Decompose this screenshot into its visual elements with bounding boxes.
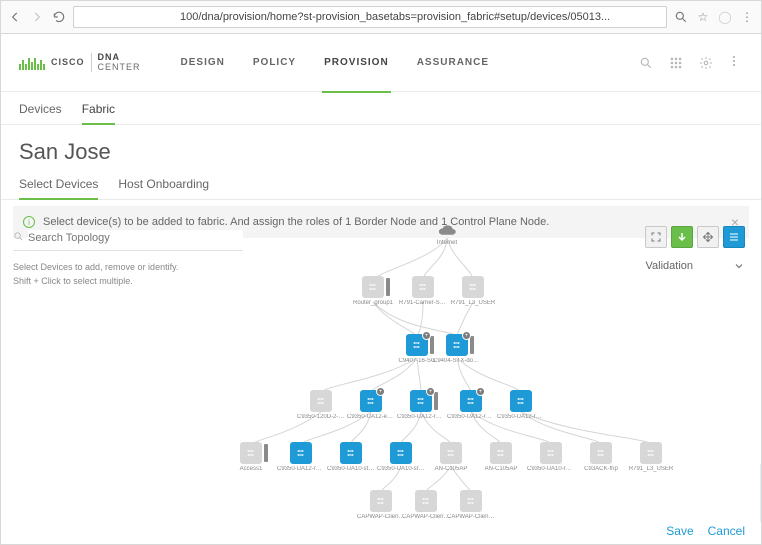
node-label: CAPWAP-Client-1 xyxy=(402,514,450,520)
node-label: C9350-UA10-stack xyxy=(327,466,375,472)
tab-devices[interactable]: Devices xyxy=(19,102,62,124)
node-label: AN-C105AP xyxy=(477,466,525,472)
gear-icon[interactable] xyxy=(699,56,713,70)
app-frame: CISCO DNA CENTER DESIGN POLICY PROVISION… xyxy=(0,34,762,545)
search-icon xyxy=(13,231,24,245)
sub-tabs: Devices Fabric xyxy=(1,92,761,125)
node-internet[interactable]: Internet xyxy=(427,224,467,246)
topology-node[interactable]: C93ACK-frip xyxy=(577,442,625,472)
topology-node[interactable]: C9350-UA12-radio-4 xyxy=(497,390,545,420)
back-icon[interactable] xyxy=(7,9,23,25)
node-label: C93ACK-frip xyxy=(577,466,625,472)
star-icon[interactable]: ☆ xyxy=(695,9,711,25)
node-label: CAPWAP-Client-2 xyxy=(447,514,495,520)
node-label: C9350-UA12-radio-1 xyxy=(397,414,445,420)
node-label: R791-Carrier-Server xyxy=(399,300,447,306)
url-field[interactable]: 100/dna/provision/home?st-provision_base… xyxy=(73,6,667,28)
topology-node[interactable]: R791_L3_USER xyxy=(449,276,497,306)
topology-node[interactable]: CAPWAP-Client-2 xyxy=(447,490,495,520)
topology-node[interactable]: +C9350-UA12-extension xyxy=(347,390,395,420)
logo-text: CISCO xyxy=(51,58,85,68)
nav-utilities: ⠇ xyxy=(639,56,743,70)
node-label: CAPWAP-Client-1 xyxy=(357,514,405,520)
apps-grid-icon[interactable] xyxy=(669,56,683,70)
page-title: San Jose xyxy=(1,125,761,169)
nav-provision[interactable]: PROVISION xyxy=(324,51,389,74)
browser-chrome: 100/dna/provision/home?st-provision_base… xyxy=(0,0,762,34)
topology-node[interactable]: C9350-UA10-radio-6 xyxy=(527,442,575,472)
search-icon[interactable] xyxy=(639,56,653,70)
topology-node[interactable]: C9350-UA12-radio-5 xyxy=(277,442,325,472)
node-label: C9350-UA12-radio-4 xyxy=(497,414,545,420)
topology-node[interactable]: R791-Carrier-Server xyxy=(399,276,447,306)
topology-node[interactable]: Router_group1 xyxy=(349,276,397,306)
more-icon[interactable]: ⠇ xyxy=(729,56,743,70)
primary-nav: DESIGN POLICY PROVISION ASSURANCE xyxy=(181,51,490,74)
node-label: C9350-UA12-radio-5 xyxy=(277,466,325,472)
forward-icon[interactable] xyxy=(29,9,45,25)
node-label: AN-C105AP xyxy=(427,466,475,472)
top-nav: CISCO DNA CENTER DESIGN POLICY PROVISION… xyxy=(1,34,761,92)
footer-actions: Save Cancel xyxy=(666,524,745,538)
node-label: R791_L3_USER xyxy=(627,466,675,472)
node-label: C9350-UA10-radio-6 xyxy=(527,466,575,472)
node-label: C9350-UA10-stack-2 xyxy=(377,466,425,472)
product-name: DNA CENTER xyxy=(91,53,141,73)
url-search-icon[interactable] xyxy=(673,9,689,25)
save-button[interactable]: Save xyxy=(666,524,693,538)
node-label: C9404-STX-domain xyxy=(433,358,481,364)
topology-node[interactable]: Access1 xyxy=(227,442,275,472)
topology-canvas[interactable]: Internet Router_group1R791-Carrier-Serve… xyxy=(201,220,761,516)
node-label: C9350-UA12-radio-3 xyxy=(447,414,495,420)
tab-fabric[interactable]: Fabric xyxy=(82,102,115,124)
node-label: R791_L3_USER xyxy=(449,300,497,306)
logo: CISCO DNA CENTER xyxy=(19,53,141,73)
url-text: 100/dna/provision/home?st-provision_base… xyxy=(180,11,610,23)
node-label: Access1 xyxy=(227,466,275,472)
topology-node[interactable]: CAPWAP-Client-1 xyxy=(357,490,405,520)
topology-node[interactable]: CAPWAP-Client-1 xyxy=(402,490,450,520)
nav-assurance[interactable]: ASSURANCE xyxy=(417,51,489,74)
section-tabs: Select Devices Host Onboarding xyxy=(1,169,761,200)
nav-design[interactable]: DESIGN xyxy=(181,51,225,74)
tab-host-onboarding[interactable]: Host Onboarding xyxy=(118,169,209,199)
topology-node[interactable]: AN-C105AP xyxy=(427,442,475,472)
menu-dots-icon[interactable]: ⋮ xyxy=(739,9,755,25)
cisco-bars-icon xyxy=(19,56,45,70)
work-area: Select Devices to add, remove or identif… xyxy=(1,220,761,516)
topology-node[interactable]: C9350-UA10-stack xyxy=(327,442,375,472)
reload-icon[interactable] xyxy=(51,9,67,25)
topology-node[interactable]: C9350-120D-2-radio xyxy=(297,390,345,420)
topology-node[interactable]: +C9350-UA12-radio-3 xyxy=(447,390,495,420)
topology-node[interactable]: AN-C105AP xyxy=(477,442,525,472)
topology-node[interactable]: +C9404-STX-domain xyxy=(433,334,481,364)
topology-node[interactable]: C9350-UA10-stack-2 xyxy=(377,442,425,472)
topology-node[interactable]: R791_L3_USER xyxy=(627,442,675,472)
tab-select-devices[interactable]: Select Devices xyxy=(19,169,98,199)
node-label: C9350-UA12-extension xyxy=(347,414,395,420)
node-label: Router_group1 xyxy=(349,300,397,306)
cancel-button[interactable]: Cancel xyxy=(708,524,745,538)
node-label: C9350-120D-2-radio xyxy=(297,414,345,420)
nav-policy[interactable]: POLICY xyxy=(253,51,296,74)
extensions-icon[interactable]: ◯ xyxy=(717,9,733,25)
topology-node[interactable]: +C9350-UA12-radio-1 xyxy=(397,390,445,420)
